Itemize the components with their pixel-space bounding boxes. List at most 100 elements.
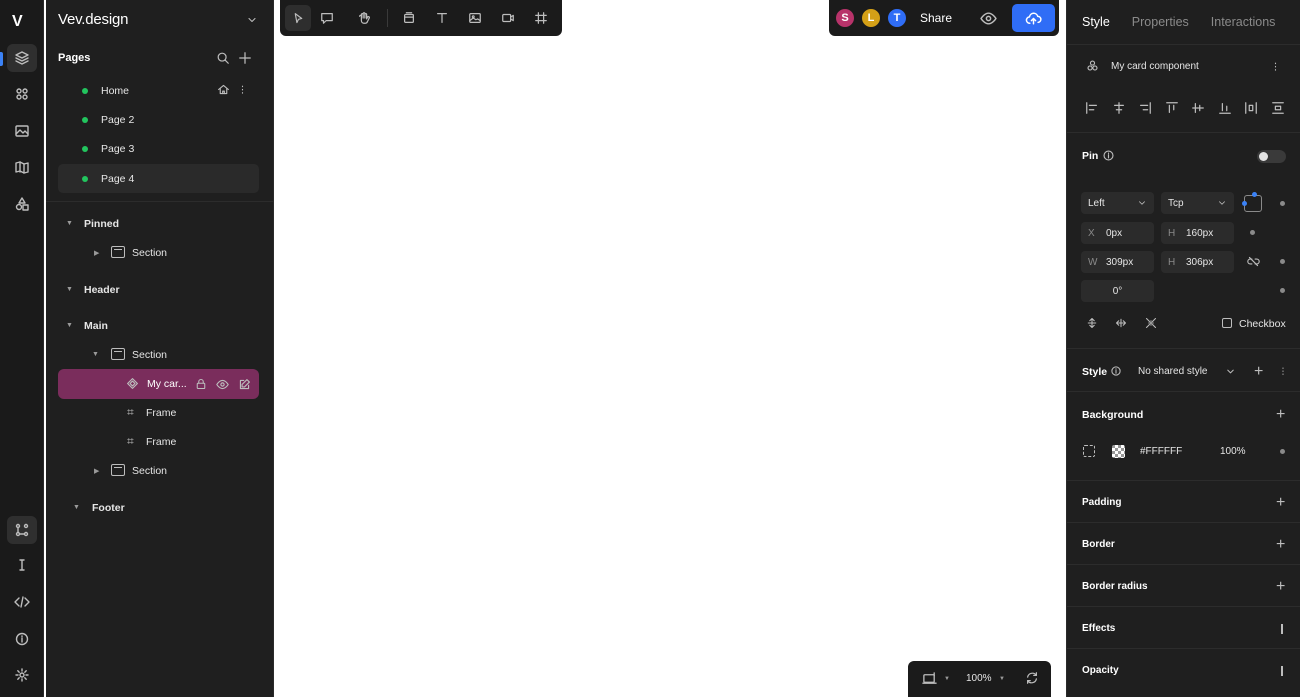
expand-arrow-icon[interactable]: ▼ — [66, 286, 73, 293]
info-icon[interactable] — [1102, 149, 1115, 162]
pin-anchor-icon[interactable] — [1242, 192, 1262, 212]
avatar[interactable]: L — [860, 7, 882, 29]
page-item-home[interactable]: Home — [58, 76, 259, 105]
chevron-down-icon[interactable]: ▼ — [944, 676, 950, 682]
pin-horizontal-select[interactable]: Left — [1081, 192, 1154, 214]
align-bottom-icon[interactable] — [1218, 101, 1232, 115]
background-opacity-value[interactable]: 100% — [1220, 446, 1246, 457]
chevron-down-icon[interactable] — [246, 14, 258, 26]
page-item-page-2[interactable]: Page 2 — [58, 105, 259, 134]
more-options-icon[interactable] — [1277, 365, 1289, 377]
reset-dot-icon[interactable] — [1280, 449, 1285, 454]
frame-tool-icon[interactable] — [528, 5, 554, 31]
layer-my-card-component[interactable]: My car... — [58, 369, 259, 399]
fill-type-icon[interactable] — [1083, 445, 1095, 457]
align-left-icon[interactable] — [1085, 101, 1099, 115]
add-page-icon[interactable] — [238, 51, 252, 65]
resize-vertical-icon[interactable] — [1086, 317, 1098, 329]
edit-icon[interactable] — [238, 378, 251, 391]
rotation-field[interactable]: 0° — [1081, 280, 1154, 302]
tab-properties[interactable]: Properties — [1132, 15, 1189, 29]
layer-header[interactable]: ▼ Header — [58, 275, 259, 304]
effects-toggle-icon[interactable] — [1281, 624, 1283, 634]
align-right-icon[interactable] — [1138, 101, 1152, 115]
page-item-page-3[interactable]: Page 3 — [58, 134, 259, 163]
share-button[interactable]: Share — [920, 11, 952, 25]
height-field[interactable]: H 306px — [1161, 251, 1234, 273]
refresh-icon[interactable] — [1025, 671, 1039, 685]
flow-icon[interactable] — [7, 516, 37, 544]
x-position-field[interactable]: X 0px — [1081, 222, 1154, 244]
layer-main[interactable]: ▼ Main — [58, 311, 259, 340]
unlink-ratio-icon[interactable] — [1247, 255, 1260, 268]
width-field[interactable]: W 309px — [1081, 251, 1154, 273]
distribute-h-icon[interactable] — [1244, 101, 1258, 115]
pin-vertical-select[interactable]: Tcp — [1161, 192, 1234, 214]
pin-toggle[interactable] — [1257, 150, 1286, 163]
align-center-v-icon[interactable] — [1191, 101, 1205, 115]
chevron-down-icon[interactable]: ▼ — [999, 676, 1005, 682]
layer-frame-1[interactable]: ⌗ Frame — [58, 398, 259, 427]
expand-arrow-icon[interactable]: ▼ — [66, 322, 73, 329]
code-icon[interactable] — [7, 588, 37, 616]
checkbox-icon[interactable] — [1222, 318, 1232, 328]
shrink-icon[interactable] — [1145, 317, 1157, 329]
layer-footer[interactable]: ▼ Footer — [58, 493, 259, 522]
reset-dot-icon[interactable] — [1250, 230, 1255, 235]
y-position-field[interactable]: H 160px — [1161, 222, 1234, 244]
info-icon[interactable] — [1110, 365, 1122, 377]
video-tool-icon[interactable] — [495, 5, 521, 31]
align-center-h-icon[interactable] — [1112, 101, 1126, 115]
layers-icon[interactable] — [7, 44, 37, 72]
map-icon[interactable] — [7, 153, 37, 181]
add-padding-button[interactable]: + — [1276, 495, 1285, 511]
comment-tool-icon[interactable] — [314, 5, 340, 31]
tab-style[interactable]: Style — [1082, 15, 1110, 29]
shared-style-select[interactable]: No shared style — [1138, 366, 1207, 377]
shapes-icon[interactable] — [7, 190, 37, 218]
publish-cloud-button[interactable] — [1012, 4, 1055, 32]
text-tool-icon[interactable] — [429, 5, 455, 31]
color-swatch[interactable] — [1112, 445, 1125, 458]
project-name[interactable]: Vev.design — [58, 11, 128, 28]
avatar[interactable]: T — [886, 7, 908, 29]
text-cursor-icon[interactable] — [7, 551, 37, 579]
reset-dot-icon[interactable] — [1280, 259, 1285, 264]
home-icon[interactable] — [217, 83, 230, 96]
expand-arrow-icon[interactable]: ▶ — [94, 467, 99, 475]
background-color-value[interactable]: #FFFFFF — [1140, 446, 1182, 457]
avatar[interactable]: S — [834, 7, 856, 29]
add-background-button[interactable]: + — [1276, 407, 1285, 423]
zoom-level[interactable]: 100% — [966, 673, 992, 684]
component-name[interactable]: My card component — [1111, 61, 1199, 72]
chevron-down-icon[interactable] — [1225, 366, 1236, 377]
more-options-icon[interactable] — [236, 83, 249, 96]
visibility-icon[interactable] — [216, 378, 229, 391]
media-icon[interactable] — [7, 117, 37, 145]
app-logo[interactable]: V — [12, 13, 23, 31]
add-border-radius-button[interactable]: + — [1276, 579, 1285, 595]
layer-pinned[interactable]: ▼ Pinned — [58, 209, 259, 238]
add-border-button[interactable]: + — [1276, 537, 1285, 553]
select-tool-icon[interactable] — [285, 5, 311, 31]
search-icon[interactable] — [216, 51, 230, 65]
image-tool-icon[interactable] — [462, 5, 488, 31]
tab-interactions[interactable]: Interactions — [1211, 15, 1276, 29]
settings-icon[interactable] — [7, 661, 37, 689]
info-icon[interactable] — [7, 625, 37, 653]
expand-arrow-icon[interactable]: ▶ — [94, 249, 99, 257]
add-style-button[interactable]: + — [1254, 364, 1263, 380]
layer-main-section[interactable]: ▼ Section — [58, 340, 259, 369]
expand-arrow-icon[interactable]: ▼ — [73, 504, 80, 511]
components-icon[interactable] — [7, 80, 37, 108]
more-options-icon[interactable] — [1269, 60, 1282, 73]
expand-arrow-icon[interactable]: ▼ — [66, 220, 73, 227]
device-icon[interactable] — [922, 671, 937, 686]
opacity-toggle-icon[interactable] — [1281, 666, 1283, 676]
reset-dot-icon[interactable] — [1280, 288, 1285, 293]
checkbox-label[interactable]: Checkbox — [1239, 318, 1286, 330]
resize-horizontal-icon[interactable] — [1115, 317, 1127, 329]
distribute-v-icon[interactable] — [1271, 101, 1285, 115]
expand-arrow-icon[interactable]: ▼ — [92, 351, 99, 358]
hand-tool-icon[interactable] — [351, 5, 377, 31]
